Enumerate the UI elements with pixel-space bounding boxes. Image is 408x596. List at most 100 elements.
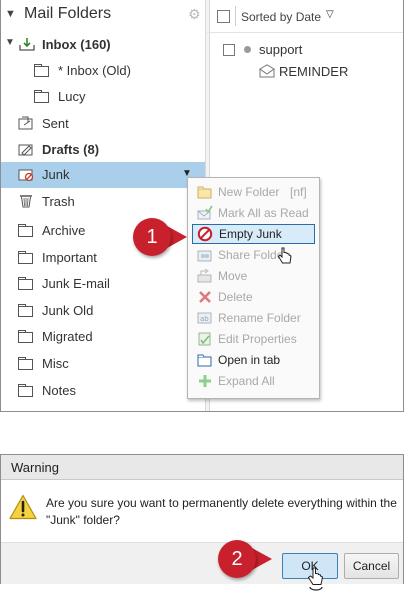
folder-pane-header: ▼ Mail Folders ⚙ xyxy=(5,4,201,28)
folder-item-inbox-old[interactable]: * Inbox (Old) xyxy=(1,58,205,84)
folder-item-sent[interactable]: Sent xyxy=(1,111,205,137)
folder-label: Junk Old xyxy=(42,303,94,318)
inbox-icon xyxy=(19,37,35,51)
menu-item-edit-properties[interactable]: Edit Properties xyxy=(192,329,315,349)
step-callout-2: 2 xyxy=(218,540,284,578)
move-icon xyxy=(197,268,213,284)
menu-item-delete[interactable]: Delete xyxy=(192,287,315,307)
folder-label: Lucy xyxy=(58,89,86,104)
empty-junk-icon xyxy=(197,226,213,242)
menu-item-label: Move xyxy=(218,269,248,283)
message-subject-row[interactable]: REMINDER xyxy=(211,64,403,84)
folder-label: Junk xyxy=(42,167,70,182)
folder-label: Misc xyxy=(42,356,69,371)
expand-caret-icon[interactable]: ▼ xyxy=(5,37,15,48)
drafts-folder-icon xyxy=(18,142,34,156)
delete-x-icon xyxy=(197,289,213,305)
dialog-message: Are you sure you want to permanently del… xyxy=(46,496,397,527)
hand-cursor-icon xyxy=(307,567,325,596)
folder-item-misc[interactable]: Misc xyxy=(1,351,205,377)
menu-item-label: Empty Junk xyxy=(219,227,282,241)
folder-label: Drafts (8) xyxy=(42,142,100,157)
folder-label: Notes xyxy=(42,383,76,398)
menu-item-label: Mark All as Read xyxy=(218,206,309,220)
sort-label[interactable]: Sorted by Date xyxy=(241,10,321,24)
properties-icon xyxy=(197,331,213,347)
plus-icon xyxy=(197,373,213,389)
folder-item-junk[interactable]: Junk ▼ xyxy=(1,162,205,188)
menu-item-new-folder[interactable]: New Folder [nf] xyxy=(192,182,315,202)
folder-item-lucy[interactable]: Lucy xyxy=(1,84,205,110)
folder-icon xyxy=(34,90,49,103)
folder-context-menu: New Folder [nf] Mark All as Read Empty J… xyxy=(187,177,320,399)
unread-dot-icon xyxy=(244,46,251,53)
folder-item-inbox[interactable]: ▼ Inbox (160) xyxy=(1,32,205,58)
callout-number: 1 xyxy=(133,218,171,256)
menu-item-empty-junk[interactable]: Empty Junk xyxy=(192,224,315,244)
message-sender: support xyxy=(259,42,303,57)
menu-item-expand-all[interactable]: Expand All xyxy=(192,371,315,391)
toolbar-separator xyxy=(207,32,403,33)
folder-label: * Inbox (Old) xyxy=(58,63,131,78)
folder-icon xyxy=(18,357,33,370)
share-folder-icon xyxy=(197,247,213,263)
folder-item-trash[interactable]: Trash xyxy=(1,189,205,215)
folder-item-junk-email[interactable]: Junk E-mail xyxy=(1,271,205,297)
menu-item-label: Edit Properties xyxy=(218,332,297,346)
mail-client-panel: ▼ Mail Folders ⚙ ▼ Inbox (160) * Inbox (… xyxy=(0,0,404,412)
folder-label: Trash xyxy=(42,194,75,209)
menu-item-label: Delete xyxy=(218,290,253,304)
folder-pane: ▼ Mail Folders ⚙ ▼ Inbox (160) * Inbox (… xyxy=(1,0,206,411)
folder-item-drafts[interactable]: Drafts (8) xyxy=(1,137,205,163)
gear-icon[interactable]: ⚙ xyxy=(188,6,201,23)
folder-icon xyxy=(18,304,33,317)
folder-icon xyxy=(18,384,33,397)
menu-item-rename-folder[interactable]: ab Rename Folder xyxy=(192,308,315,328)
folder-icon xyxy=(34,64,49,77)
toolbar-divider xyxy=(235,6,236,26)
cancel-button[interactable]: Cancel xyxy=(344,553,399,579)
menu-item-move[interactable]: Move xyxy=(192,266,315,286)
folder-label: Junk E-mail xyxy=(42,276,110,291)
envelope-icon xyxy=(259,64,275,81)
hand-cursor-icon xyxy=(277,247,293,270)
folder-label: Migrated xyxy=(42,329,93,344)
sort-direction-icon[interactable]: ▽ xyxy=(326,9,334,20)
folder-label: Inbox (160) xyxy=(42,37,111,52)
folder-label: Sent xyxy=(42,116,69,131)
folder-label: Archive xyxy=(42,223,86,238)
trash-icon xyxy=(18,194,34,208)
folder-item-notes[interactable]: Notes xyxy=(1,378,205,404)
menu-item-label: New Folder xyxy=(218,185,280,199)
dialog-footer: OK Cancel xyxy=(1,542,403,584)
select-all-checkbox[interactable] xyxy=(217,10,230,23)
sent-folder-icon xyxy=(18,116,34,130)
folder-item-migrated[interactable]: Migrated xyxy=(1,324,205,350)
menu-item-shortcut: [nf] xyxy=(290,185,307,199)
new-folder-icon xyxy=(197,184,213,200)
menu-item-share-folder[interactable]: Share Folder xyxy=(192,245,315,265)
message-row[interactable]: support xyxy=(211,42,403,62)
folder-icon xyxy=(18,224,33,237)
folder-label: Important xyxy=(42,250,97,265)
warning-dialog: Warning Are you sure you want to permane… xyxy=(0,454,404,584)
rename-icon: ab xyxy=(197,310,213,326)
menu-item-label: Rename Folder xyxy=(218,311,301,325)
folder-item-junk-old[interactable]: Junk Old xyxy=(1,298,205,324)
dialog-body: Are you sure you want to permanently del… xyxy=(1,480,403,542)
message-list-toolbar: Sorted by Date ▽ xyxy=(211,4,403,30)
message-checkbox[interactable] xyxy=(223,44,235,56)
menu-item-mark-all-read[interactable]: Mark All as Read xyxy=(192,203,315,223)
menu-item-open-in-tab[interactable]: Open in tab xyxy=(192,350,315,370)
folder-icon xyxy=(18,277,33,290)
step-callout-1: 1 xyxy=(133,218,193,256)
collapse-caret-icon[interactable]: ▼ xyxy=(5,8,16,20)
message-subject: REMINDER xyxy=(279,64,349,79)
dialog-title: Warning xyxy=(1,455,403,480)
folder-icon xyxy=(18,251,33,264)
open-tab-folder-icon xyxy=(197,352,213,368)
warning-icon xyxy=(9,494,37,525)
junk-folder-icon xyxy=(18,167,34,182)
menu-item-label: Expand All xyxy=(218,374,275,388)
mark-read-icon xyxy=(197,205,213,221)
